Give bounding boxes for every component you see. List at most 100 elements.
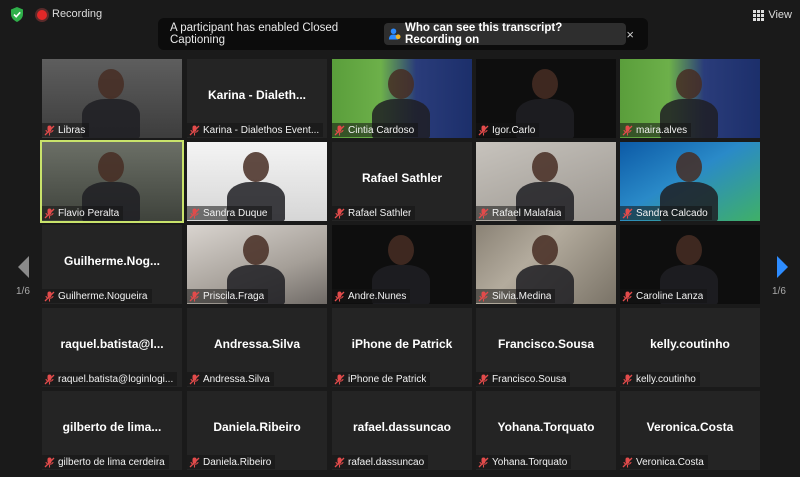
participant-name: Francisco.Sousa — [492, 373, 567, 385]
banner-message: A participant has enabled Closed Caption… — [170, 22, 339, 46]
participant-tile[interactable]: Yohana.Torquato Yohana.Torquato — [476, 391, 616, 470]
participant-name: Veronica.Costa — [636, 456, 704, 468]
participant-name-bar: iPhone de Patrick — [332, 372, 431, 386]
participant-name: Rafael Sathler — [348, 207, 412, 219]
participant-name: Yohana.Torquato — [492, 456, 568, 468]
participant-tile[interactable]: Priscila.Fraga — [187, 225, 327, 304]
participant-tile[interactable]: Flavio Peralta — [40, 140, 184, 223]
participant-display-name: Daniela.Ribeiro — [213, 420, 301, 434]
close-icon[interactable]: × — [626, 27, 634, 42]
muted-microphone-icon — [622, 291, 633, 301]
participant-tile[interactable]: Rafael Malafaia — [476, 142, 616, 221]
participant-name: Guilherme.Nogueira — [58, 290, 148, 302]
grid-view-icon — [753, 9, 765, 21]
participant-tile[interactable]: Cintia Cardoso — [332, 59, 472, 138]
participant-display-name: Yohana.Torquato — [497, 420, 595, 434]
muted-microphone-icon — [622, 457, 633, 467]
page-indicator-left: 1/6 — [16, 286, 30, 297]
transcript-visibility-label: Who can see this transcript? Recording o… — [405, 22, 563, 46]
participant-name-bar: Andre.Nunes — [332, 289, 411, 303]
participant-tile[interactable]: Igor.Carlo — [476, 59, 616, 138]
view-button[interactable]: View — [753, 6, 792, 24]
participant-name-bar: Rafael Sathler — [332, 206, 416, 220]
participant-name-bar: Libras — [42, 123, 90, 137]
participant-name: Cintia Cardoso — [348, 124, 415, 136]
participant-tile[interactable]: maira.alves — [620, 59, 760, 138]
participant-name: iPhone de Patrick — [348, 373, 427, 385]
participant-tile[interactable]: Karina - Dialeth... Karina - Dialethos Ev… — [187, 59, 327, 138]
participant-name-bar: Francisco.Sousa — [476, 372, 571, 386]
muted-microphone-icon — [478, 208, 489, 218]
participant-name-bar: Karina - Dialethos Event... — [187, 123, 324, 137]
participant-tile[interactable]: Sandra Duque — [187, 142, 327, 221]
muted-microphone-icon — [334, 208, 345, 218]
muted-microphone-icon — [44, 208, 55, 218]
participant-tile[interactable]: gilberto de lima... gilberto de lima cerd… — [42, 391, 182, 470]
participant-name-bar: gilberto de lima cerdeira — [42, 455, 169, 469]
page-indicator-right: 1/6 — [772, 286, 786, 297]
recording-label[interactable]: Recording — [52, 8, 102, 20]
participant-tile[interactable]: Guilherme.Nog... Guilherme.Nogueira — [42, 225, 182, 304]
participant-tile[interactable]: Caroline Lanza — [620, 225, 760, 304]
muted-microphone-icon — [189, 457, 200, 467]
participant-tile[interactable]: kelly.coutinho kelly.coutinho — [620, 308, 760, 387]
participant-name: Igor.Carlo — [492, 124, 536, 136]
participant-name-bar: Sandra Calcado — [620, 206, 712, 220]
participant-tile[interactable]: Andre.Nunes — [332, 225, 472, 304]
participant-tile[interactable]: Sandra Calcado — [620, 142, 760, 221]
previous-page-icon[interactable] — [14, 254, 34, 280]
next-page-icon[interactable] — [772, 254, 792, 280]
participant-name-bar: rafael.dassuncao — [332, 455, 429, 469]
shield-icon[interactable] — [10, 7, 24, 22]
participant-name: Caroline Lanza — [636, 290, 704, 302]
muted-microphone-icon — [334, 374, 345, 384]
participant-display-name: raquel.batista@l... — [60, 337, 164, 351]
muted-microphone-icon — [478, 291, 489, 301]
muted-microphone-icon — [334, 125, 345, 135]
muted-microphone-icon — [189, 374, 200, 384]
participant-tile[interactable]: raquel.batista@l... raquel.batista@loginl… — [42, 308, 182, 387]
participant-name: Sandra Calcado — [636, 207, 708, 219]
person-icon — [389, 28, 401, 40]
participant-tile[interactable]: Daniela.Ribeiro Daniela.Ribeiro — [187, 391, 327, 470]
participant-name-bar: Silvia.Medina — [476, 289, 556, 303]
participant-tile[interactable]: Veronica.Costa Veronica.Costa — [620, 391, 760, 470]
participant-name-bar: maira.alves — [620, 123, 692, 137]
participant-name: rafael.dassuncao — [348, 456, 425, 468]
muted-microphone-icon — [478, 125, 489, 135]
participant-name-bar: Veronica.Costa — [620, 455, 708, 469]
participant-tile[interactable]: Andressa.Silva Andressa.Silva — [187, 308, 327, 387]
recording-indicator-icon — [37, 10, 47, 20]
muted-microphone-icon — [622, 208, 633, 218]
participant-name: Daniela.Ribeiro — [203, 456, 272, 468]
muted-microphone-icon — [44, 291, 55, 301]
participant-name-bar: Andressa.Silva — [187, 372, 274, 386]
participant-name: Rafael Malafaia — [492, 207, 562, 219]
participant-tile[interactable]: Libras — [42, 59, 182, 138]
participant-tile[interactable]: iPhone de Patrick iPhone de Patrick — [332, 308, 472, 387]
participant-display-name: gilberto de lima... — [62, 420, 162, 434]
participant-name: kelly.coutinho — [636, 373, 696, 385]
muted-microphone-icon — [334, 291, 345, 301]
participant-name-bar: raquel.batista@loginlogi... — [42, 372, 178, 386]
participant-display-name: Guilherme.Nog... — [63, 254, 160, 268]
participant-tile[interactable]: rafael.dassuncao rafael.dassuncao — [332, 391, 472, 470]
muted-microphone-icon — [478, 374, 489, 384]
participant-display-name: Rafael Sathler — [361, 171, 443, 185]
participant-name-bar: Sandra Duque — [187, 206, 272, 220]
participant-display-name: rafael.dassuncao — [352, 420, 452, 434]
participant-name: Libras — [58, 124, 86, 136]
participant-name: Flavio Peralta — [58, 207, 120, 219]
participant-name-bar: Rafael Malafaia — [476, 206, 566, 220]
participant-name-bar: Yohana.Torquato — [476, 455, 572, 469]
participant-tile[interactable]: Silvia.Medina — [476, 225, 616, 304]
participant-tile[interactable]: Francisco.Sousa Francisco.Sousa — [476, 308, 616, 387]
participant-name-bar: Priscila.Fraga — [187, 289, 269, 303]
participant-display-name: Karina - Dialeth... — [207, 88, 307, 102]
participant-name: Andressa.Silva — [203, 373, 270, 385]
muted-microphone-icon — [622, 125, 633, 135]
participant-name-bar: Daniela.Ribeiro — [187, 455, 276, 469]
transcript-visibility-button[interactable]: Who can see this transcript? Recording o… — [384, 22, 627, 46]
participant-tile[interactable]: Rafael Sathler Rafael Sathler — [332, 142, 472, 221]
participant-name: maira.alves — [636, 124, 688, 136]
